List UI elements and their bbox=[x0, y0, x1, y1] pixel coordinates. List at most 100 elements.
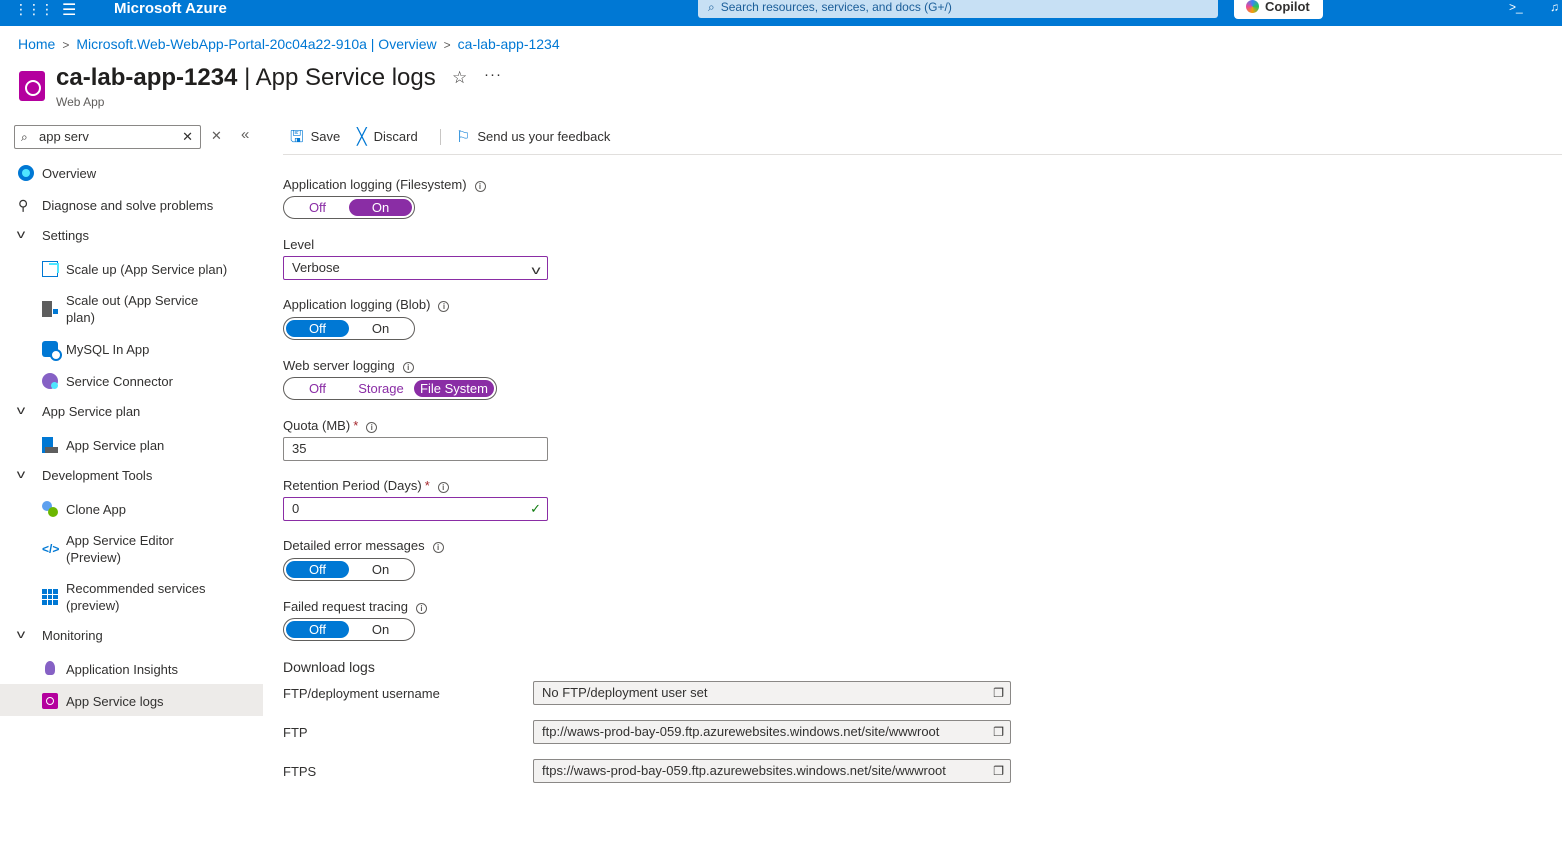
info-icon[interactable]: i bbox=[366, 422, 378, 433]
retention-value: 0 bbox=[292, 501, 300, 516]
toggle-option-on[interactable]: On bbox=[349, 320, 412, 337]
breadcrumb-overview[interactable]: Microsoft.Web-WebApp-Portal-20c04a22-910… bbox=[76, 36, 436, 52]
lightbulb-icon bbox=[45, 661, 55, 675]
copy-icon[interactable]: ❐ bbox=[993, 682, 1004, 704]
failed-request-toggle[interactable]: Off On bbox=[283, 618, 415, 641]
close-icon: ╳ bbox=[357, 129, 367, 146]
info-icon[interactable]: i bbox=[402, 362, 414, 373]
toggle-option-on[interactable]: On bbox=[349, 621, 412, 638]
level-dropdown[interactable]: Verbose v bbox=[283, 256, 548, 280]
chevron-down-icon: v bbox=[16, 627, 26, 641]
checkmark-icon: ✓ bbox=[530, 501, 541, 516]
breadcrumb-resource[interactable]: ca-lab-app-1234 bbox=[458, 36, 560, 52]
retention-input[interactable]: 0 ✓ bbox=[283, 497, 548, 521]
sidebar-search-input[interactable]: ⌕ app serv ✕ bbox=[14, 125, 201, 149]
ftps-field[interactable]: ftps://waws-prod-bay-059.ftp.azurewebsit… bbox=[533, 759, 1011, 783]
portal-brand[interactable]: Microsoft Azure bbox=[114, 0, 227, 17]
feedback-button[interactable]: ⚐ Send us your feedback bbox=[456, 127, 610, 148]
search-icon: ⌕ bbox=[21, 130, 28, 144]
save-icon: 🖫 bbox=[290, 129, 304, 146]
code-editor-icon: </> bbox=[42, 542, 60, 556]
app-logging-filesystem-toggle[interactable]: Off On bbox=[283, 196, 415, 219]
scale-up-icon bbox=[42, 261, 59, 277]
clear-filter-icon[interactable]: ✕ bbox=[211, 128, 222, 144]
quota-input[interactable]: 35 bbox=[283, 437, 548, 461]
ftp-username-field[interactable]: No FTP/deployment user set ❐ bbox=[533, 681, 1011, 705]
sidebar-item-label: App Service Editor (Preview) bbox=[66, 533, 174, 565]
breadcrumb: Home > Microsoft.Web-WebApp-Portal-20c04a2… bbox=[18, 36, 560, 52]
toggle-option-off[interactable]: Off bbox=[286, 199, 349, 216]
save-label: Save bbox=[310, 129, 341, 144]
download-logs-heading: Download logs bbox=[283, 659, 375, 675]
save-button[interactable]: 🖫 Save bbox=[290, 127, 340, 148]
ftps-value: ftps://waws-prod-bay-059.ftp.azurewebsit… bbox=[542, 763, 946, 778]
app-service-logs-icon bbox=[42, 693, 58, 709]
chevron-down-icon: v bbox=[16, 403, 26, 417]
discard-label: Discard bbox=[373, 129, 418, 144]
global-search-placeholder: Search resources, services, and docs (G+… bbox=[720, 0, 952, 14]
page-title: ca-lab-app-1234 | App Service logs bbox=[56, 64, 436, 92]
clear-search-icon[interactable]: ✕ bbox=[182, 126, 193, 148]
copy-icon[interactable]: ❐ bbox=[993, 760, 1004, 782]
detailed-errors-label: Detailed error messages i bbox=[283, 538, 444, 553]
toggle-option-off[interactable]: Off bbox=[286, 621, 349, 638]
toggle-option-off[interactable]: Off bbox=[286, 380, 349, 397]
toggle-option-storage[interactable]: Storage bbox=[349, 380, 413, 397]
info-icon[interactable]: i bbox=[438, 301, 450, 312]
app-logging-blob-toggle[interactable]: Off On bbox=[283, 317, 415, 340]
ftps-label: FTPS bbox=[283, 764, 317, 779]
field-label-text: Retention Period (Days) bbox=[283, 478, 422, 493]
toggle-option-on[interactable]: On bbox=[349, 199, 412, 216]
failed-request-label: Failed request tracing i bbox=[283, 599, 428, 614]
detailed-errors-toggle[interactable]: Off On bbox=[283, 558, 415, 581]
search-icon: ⌕ bbox=[708, 0, 715, 14]
azure-top-bar: ⋮⋮⋮ ☰ Microsoft Azure ⌕ Search resources,… bbox=[0, 0, 1562, 26]
level-value: Verbose bbox=[292, 260, 340, 275]
toolbar-divider bbox=[440, 129, 441, 145]
info-icon[interactable]: i bbox=[416, 603, 428, 614]
chevron-down-icon: v bbox=[16, 467, 26, 481]
favorite-star-icon[interactable]: ☆ bbox=[452, 68, 467, 88]
field-label-text: Detailed error messages bbox=[283, 538, 425, 553]
sidebar-item-label: Overview bbox=[42, 166, 97, 181]
ftp-username-value: No FTP/deployment user set bbox=[542, 685, 708, 700]
copy-icon[interactable]: ❐ bbox=[993, 721, 1004, 743]
global-search-input[interactable]: ⌕ Search resources, services, and docs (G… bbox=[698, 0, 1218, 18]
sidebar-item-label: MySQL In App bbox=[66, 342, 150, 357]
toolbar-divider-line bbox=[283, 154, 1562, 155]
ftp-field[interactable]: ftp://waws-prod-bay-059.ftp.azurewebsite… bbox=[533, 720, 1011, 744]
toggle-option-on[interactable]: On bbox=[349, 561, 412, 578]
info-icon[interactable]: i bbox=[437, 482, 449, 493]
feedback-label: Send us your feedback bbox=[477, 129, 611, 144]
service-connector-icon bbox=[42, 373, 58, 389]
cloud-shell-icon[interactable]: >_ bbox=[1509, 0, 1523, 14]
field-label-text: Web server logging bbox=[283, 358, 395, 373]
scale-out-icon bbox=[42, 301, 58, 317]
app-service-logs-icon bbox=[19, 71, 45, 101]
toggle-option-off[interactable]: Off bbox=[286, 320, 349, 337]
page-name: | App Service logs bbox=[244, 64, 436, 91]
sidebar-item-label: Settings bbox=[42, 228, 89, 243]
hamburger-icon[interactable]: ☰ bbox=[62, 0, 76, 20]
web-server-logging-toggle[interactable]: Off Storage File System bbox=[283, 377, 497, 400]
wrench-icon: ⚲ bbox=[18, 197, 29, 213]
field-label-text: Failed request tracing bbox=[283, 599, 409, 614]
more-options-icon[interactable]: ··· bbox=[484, 66, 502, 83]
sidebar-item-label: App Service logs bbox=[66, 694, 164, 709]
ftp-label: FTP bbox=[283, 725, 308, 740]
info-icon[interactable]: i bbox=[474, 181, 486, 192]
mysql-icon bbox=[42, 341, 62, 361]
quota-value: 35 bbox=[292, 441, 307, 456]
waffle-icon[interactable]: ⋮⋮⋮ bbox=[14, 1, 54, 18]
copilot-button[interactable]: Copilot bbox=[1234, 0, 1323, 19]
toggle-option-filesystem[interactable]: File System bbox=[414, 380, 494, 397]
discard-button[interactable]: ╳ Discard bbox=[357, 127, 418, 148]
toggle-option-off[interactable]: Off bbox=[286, 561, 349, 578]
sidebar-item-label: Recommended services (preview) bbox=[66, 581, 206, 613]
info-icon[interactable]: i bbox=[432, 542, 444, 553]
breadcrumb-home[interactable]: Home bbox=[18, 36, 55, 52]
collapse-sidebar-icon[interactable]: « bbox=[241, 126, 249, 143]
app-logging-filesystem-label: Application logging (Filesystem) i bbox=[283, 177, 486, 192]
notifications-icon[interactable]: ♫ bbox=[1550, 0, 1559, 14]
sidebar-item-label: Development Tools bbox=[42, 468, 153, 483]
